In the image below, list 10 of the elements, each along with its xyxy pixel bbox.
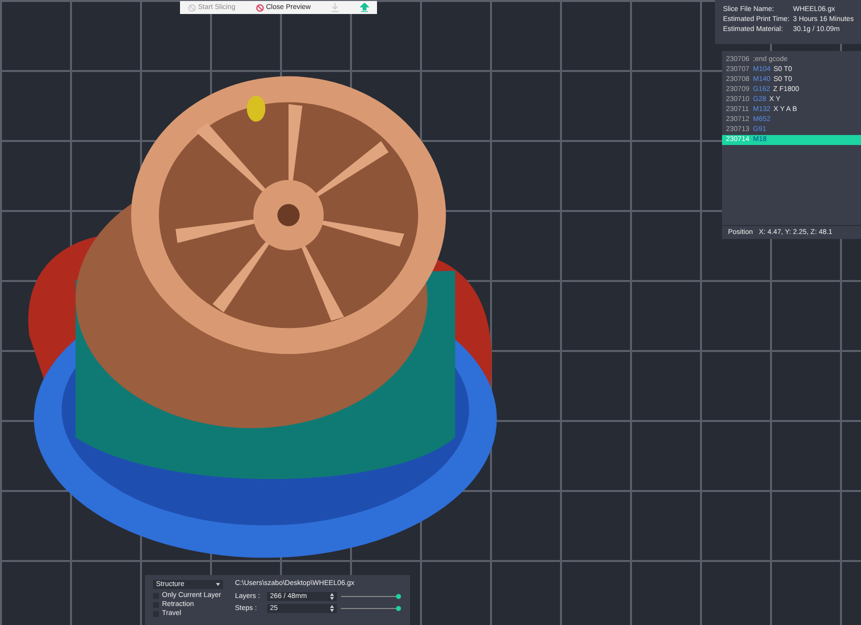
spin-arrows-icon — [330, 593, 334, 600]
slider-handle[interactable] — [396, 594, 401, 599]
download-icon — [331, 3, 340, 12]
caret-icon — [216, 583, 220, 586]
cancel-icon — [188, 4, 196, 12]
spin-arrows-icon — [330, 605, 334, 612]
upload-icon — [360, 3, 369, 12]
upload-button[interactable] — [358, 3, 371, 12]
cancel-icon — [256, 4, 264, 12]
slider-handle[interactable] — [396, 606, 401, 611]
